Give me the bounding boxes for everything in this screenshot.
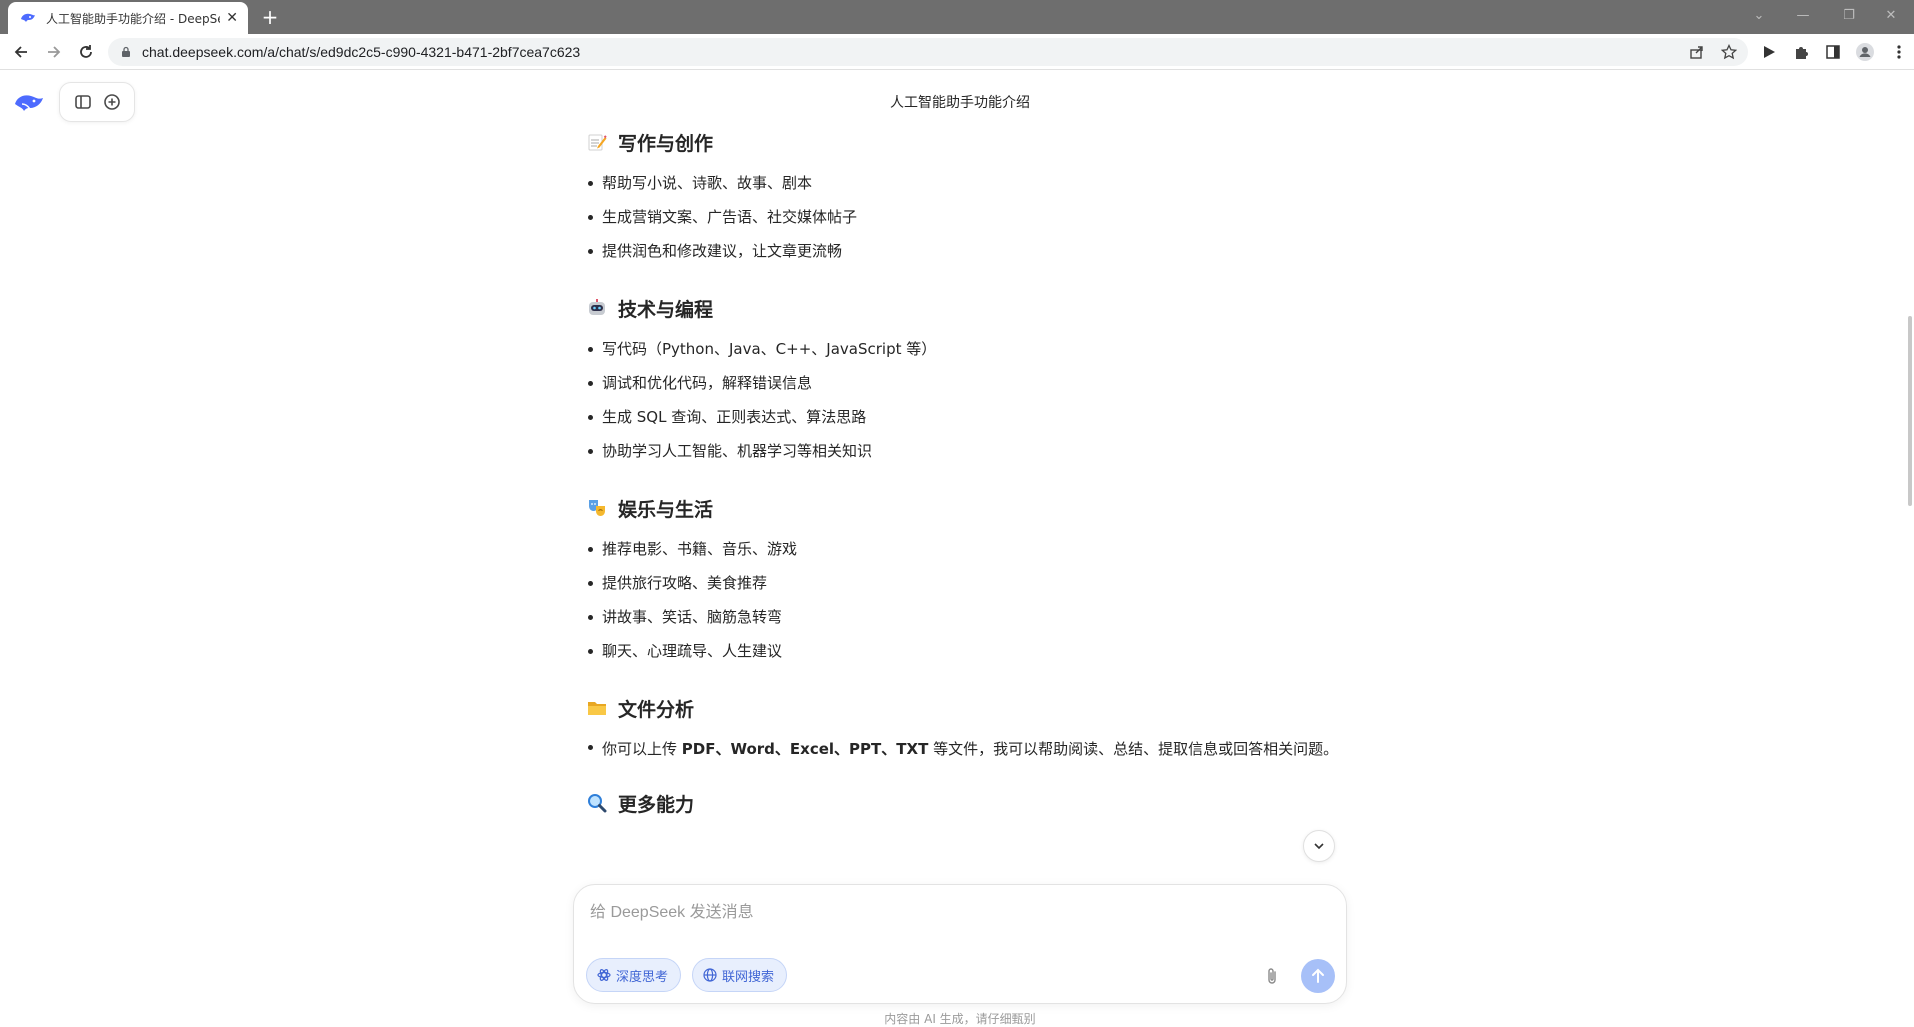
message-input[interactable] bbox=[590, 899, 1290, 927]
section-title: 技术与编程 bbox=[618, 298, 714, 321]
section-writing: 写作与创作 帮助写小说、诗歌、故事、剧本 生成营销文案、广告语、社交媒体帖子 提… bbox=[586, 124, 1346, 268]
restore-icon[interactable]: ❐ bbox=[1826, 0, 1872, 30]
section-heading: 娱乐与生活 bbox=[586, 490, 1346, 526]
deepseek-logo-icon[interactable] bbox=[14, 90, 44, 116]
list-item: 你可以上传 PDF、Word、Excel、PPT、TXT 等文件，我可以帮助阅读… bbox=[586, 732, 1346, 763]
robot-emoji-icon bbox=[586, 297, 608, 319]
section-programming: 技术与编程 写代码（Python、Java、C++、JavaScript 等） … bbox=[586, 290, 1346, 468]
list-item: 提供润色和修改建议，让文章更流畅 bbox=[586, 234, 1346, 268]
url-text: chat.deepseek.com/a/chat/s/ed9dc2c5-c990… bbox=[142, 44, 581, 60]
list-item: 协助学习人工智能、机器学习等相关知识 bbox=[586, 434, 1346, 468]
minimize-icon[interactable]: — bbox=[1780, 0, 1826, 30]
deepseek-favicon-icon bbox=[21, 13, 35, 22]
globe-icon bbox=[703, 968, 717, 982]
tab-search-chevron-icon[interactable]: ⌄ bbox=[1736, 0, 1782, 30]
section-entertainment: 娱乐与生活 推荐电影、书籍、音乐、游戏 提供旅行攻略、美食推荐 讲故事、笑话、脑… bbox=[586, 490, 1346, 668]
web-search-button[interactable]: 联网搜索 bbox=[692, 958, 788, 992]
browser-menu-kebab-icon[interactable] bbox=[1890, 43, 1908, 61]
list-item: 写代码（Python、Java、C++、JavaScript 等） bbox=[586, 332, 1346, 366]
chevron-down-icon bbox=[1314, 843, 1324, 850]
web-search-label: 联网搜索 bbox=[722, 969, 775, 985]
browser-tab[interactable]: 人工智能助手功能介绍 - DeepSeek ✕ bbox=[8, 2, 248, 34]
scroll-to-bottom-button[interactable] bbox=[1303, 830, 1335, 862]
section-heading: 写作与创作 bbox=[586, 124, 1346, 160]
section-more: 更多能力 bbox=[586, 785, 1346, 821]
file-formats: PDF、Word、Excel、PPT、TXT bbox=[681, 740, 929, 758]
list-item: 帮助写小说、诗歌、故事、剧本 bbox=[586, 166, 1346, 200]
section-title: 更多能力 bbox=[618, 793, 695, 816]
section-title: 文件分析 bbox=[618, 698, 695, 721]
memo-emoji-icon bbox=[586, 131, 608, 153]
profile-avatar-icon[interactable] bbox=[1856, 43, 1874, 61]
section-file-analysis: 文件分析 你可以上传 PDF、Word、Excel、PPT、TXT 等文件，我可… bbox=[586, 690, 1346, 763]
reload-icon[interactable] bbox=[75, 41, 97, 63]
share-icon[interactable] bbox=[1688, 43, 1706, 61]
list-item: 调试和优化代码，解释错误信息 bbox=[586, 366, 1346, 400]
address-bar[interactable]: chat.deepseek.com/a/chat/s/ed9dc2c5-c990… bbox=[108, 38, 1748, 66]
list-item: 生成营销文案、广告语、社交媒体帖子 bbox=[586, 200, 1346, 234]
browser-tabstrip: 人工智能助手功能介绍 - DeepSeek ✕ + ⌄ — ❐ ✕ bbox=[0, 0, 1914, 34]
close-window-icon[interactable]: ✕ bbox=[1868, 0, 1914, 30]
file-item-prefix: 你可以上传 bbox=[602, 740, 682, 758]
extensions-puzzle-icon[interactable] bbox=[1792, 43, 1810, 61]
section-heading: 更多能力 bbox=[586, 785, 1346, 821]
assistant-message: 写作与创作 帮助写小说、诗歌、故事、剧本 生成营销文案、广告语、社交媒体帖子 提… bbox=[586, 124, 1346, 827]
deep-think-label: 深度思考 bbox=[616, 969, 669, 985]
tab-title: 人工智能助手功能介绍 - DeepSeek bbox=[46, 11, 221, 26]
performing-arts-emoji-icon bbox=[586, 497, 608, 519]
list-item: 推荐电影、书籍、音乐、游戏 bbox=[586, 532, 1346, 566]
toggle-sidebar-icon[interactable] bbox=[73, 92, 93, 112]
forward-arrow-icon[interactable] bbox=[43, 41, 65, 63]
browser-toolbar: chat.deepseek.com/a/chat/s/ed9dc2c5-c990… bbox=[0, 34, 1914, 70]
bookmark-star-icon[interactable] bbox=[1720, 43, 1738, 61]
message-composer: 深度思考 联网搜索 bbox=[573, 884, 1347, 1004]
play-extension-icon[interactable] bbox=[1760, 43, 1778, 61]
section-heading: 技术与编程 bbox=[586, 290, 1346, 326]
page-scrollbar[interactable] bbox=[1908, 316, 1912, 506]
ai-disclaimer: 内容由 AI 生成，请仔细甄别 bbox=[884, 1012, 1036, 1026]
folder-emoji-icon bbox=[586, 697, 608, 719]
send-button[interactable] bbox=[1301, 959, 1335, 993]
list-item: 生成 SQL 查询、正则表达式、算法思路 bbox=[586, 400, 1346, 434]
new-chat-plus-icon[interactable] bbox=[102, 92, 122, 112]
list-item: 讲故事、笑话、脑筋急转弯 bbox=[586, 600, 1346, 634]
side-panel-icon[interactable] bbox=[1824, 43, 1842, 61]
section-title: 写作与创作 bbox=[618, 132, 714, 155]
deep-think-button[interactable]: 深度思考 bbox=[586, 958, 682, 992]
chat-title: 人工智能助手功能介绍 bbox=[890, 95, 1030, 111]
attach-paperclip-icon[interactable] bbox=[1262, 966, 1282, 986]
magnifier-emoji-icon bbox=[586, 792, 608, 814]
section-heading: 文件分析 bbox=[586, 690, 1346, 726]
back-arrow-icon[interactable] bbox=[10, 41, 32, 63]
new-tab-plus-icon[interactable]: + bbox=[258, 6, 282, 30]
file-item-suffix: 等文件，我可以帮助阅读、总结、提取信息或回答相关问题。 bbox=[928, 740, 1339, 758]
deep-think-atom-icon bbox=[597, 969, 611, 981]
tab-close-icon[interactable]: ✕ bbox=[226, 10, 238, 26]
lock-icon bbox=[122, 46, 130, 57]
section-title: 娱乐与生活 bbox=[618, 498, 714, 521]
list-item: 提供旅行攻略、美食推荐 bbox=[586, 566, 1346, 600]
sidebar-controls bbox=[59, 82, 135, 122]
list-item: 聊天、心理疏导、人生建议 bbox=[586, 634, 1346, 668]
send-arrow-up-icon bbox=[1312, 968, 1324, 983]
